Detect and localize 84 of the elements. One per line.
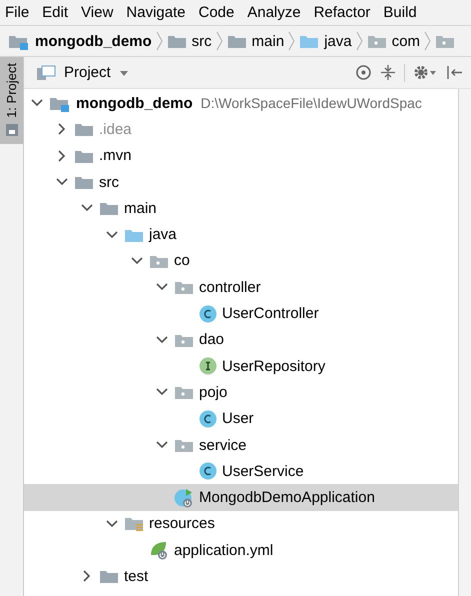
tree-row[interactable]: UserController — [24, 300, 458, 327]
package-folder-icon — [366, 33, 387, 49]
node-label: application.yml — [174, 542, 274, 559]
node-label: mongodb_demo — [76, 94, 193, 112]
hide-panel-icon[interactable] — [445, 64, 463, 81]
separator-icon — [216, 31, 223, 51]
class-icon — [199, 410, 217, 428]
package-folder-icon — [174, 279, 194, 296]
breadcrumb[interactable]: src — [166, 32, 212, 50]
tree-row[interactable]: application.yml — [24, 537, 458, 564]
settings-icon[interactable] — [413, 64, 437, 81]
tree-row[interactable]: resources — [24, 510, 458, 538]
separator-icon — [356, 31, 363, 51]
menu-item[interactable]: Navigate — [126, 4, 186, 21]
project-view-icon — [36, 64, 56, 80]
tree-row[interactable]: test — [24, 563, 458, 590]
tree-row[interactable]: src — [24, 168, 458, 196]
package-folder-icon — [174, 437, 194, 453]
project-tool-tab[interactable]: 1: Project — [0, 57, 23, 144]
node-label: java — [149, 226, 177, 244]
tree-row[interactable]: service — [24, 432, 458, 458]
node-label: User — [222, 410, 254, 428]
folder-icon — [99, 568, 119, 584]
tree-row[interactable]: java — [24, 221, 458, 248]
menu-item[interactable]: Analyze — [247, 4, 301, 21]
tree-row[interactable]: mongodb_demo D:\WorkSpaceFile\IdewUWordSpac — [24, 90, 458, 116]
node-label: resources — [149, 515, 215, 532]
folder-icon — [74, 121, 94, 138]
node-label: service — [199, 436, 247, 454]
tree-row[interactable]: main — [24, 195, 458, 222]
node-label: UserController — [222, 305, 319, 322]
panel-title: Project — [64, 64, 111, 81]
folder-icon — [99, 200, 119, 216]
spring-config-icon — [149, 540, 169, 560]
resources-folder-icon — [124, 515, 144, 532]
menu-item[interactable]: View — [81, 4, 114, 21]
menu-item[interactable]: File — [5, 4, 30, 21]
node-label: UserService — [222, 462, 304, 480]
breadcrumb[interactable]: main — [226, 32, 284, 50]
breadcrumb[interactable]: com — [366, 32, 420, 50]
package-folder-icon — [174, 384, 194, 400]
node-label: dao — [199, 331, 224, 348]
node-label: .mvn — [99, 147, 132, 164]
node-label: pojo — [199, 384, 228, 401]
node-label: UserRepository — [222, 358, 326, 375]
tree-row[interactable]: MongodbDemoApplication — [24, 484, 458, 511]
menu-item[interactable]: Build — [383, 4, 417, 21]
node-label: .idea — [99, 120, 132, 138]
dropdown-icon[interactable] — [118, 68, 129, 76]
tree-row[interactable]: UserRepository — [24, 352, 458, 380]
tree-row[interactable]: dao — [24, 326, 458, 353]
breadcrumb[interactable]: mongodb_demo — [8, 32, 152, 50]
breadcrumb[interactable]: java — [299, 32, 352, 50]
tree-row[interactable]: User — [24, 406, 458, 432]
tree-row[interactable]: pojo — [24, 379, 458, 406]
menu-item[interactable]: Code — [198, 4, 234, 21]
locate-icon[interactable] — [355, 64, 372, 81]
menu-item[interactable]: Edit — [42, 4, 68, 21]
class-icon — [199, 462, 217, 480]
node-label: co — [174, 252, 190, 270]
tree-row[interactable]: .mvn — [24, 142, 458, 169]
node-label: src — [99, 174, 119, 191]
node-label: MongodbDemoApplication — [199, 489, 375, 506]
spring-class-icon — [174, 488, 194, 508]
package-folder-icon — [435, 33, 456, 49]
separator-icon — [288, 31, 296, 51]
tree-row[interactable]: controller — [24, 274, 458, 300]
module-path: D:\WorkSpaceFile\IdewUWordSpac — [200, 95, 422, 112]
tree-row[interactable]: UserService — [24, 458, 458, 484]
node-label: test — [124, 568, 148, 585]
folder-icon — [299, 33, 320, 49]
folder-icon — [226, 33, 247, 49]
separator-icon — [424, 31, 432, 51]
window-icon — [6, 124, 18, 136]
folder-icon — [74, 174, 94, 190]
interface-icon — [199, 357, 217, 376]
node-label: controller — [199, 278, 261, 296]
collapse-icon[interactable] — [380, 64, 396, 81]
folder-icon — [166, 33, 187, 49]
node-label: main — [124, 200, 157, 217]
class-icon — [199, 304, 217, 323]
tree-row[interactable]: co — [24, 248, 458, 274]
separator-icon — [156, 31, 163, 51]
menu-item[interactable]: Refactor — [314, 4, 370, 21]
